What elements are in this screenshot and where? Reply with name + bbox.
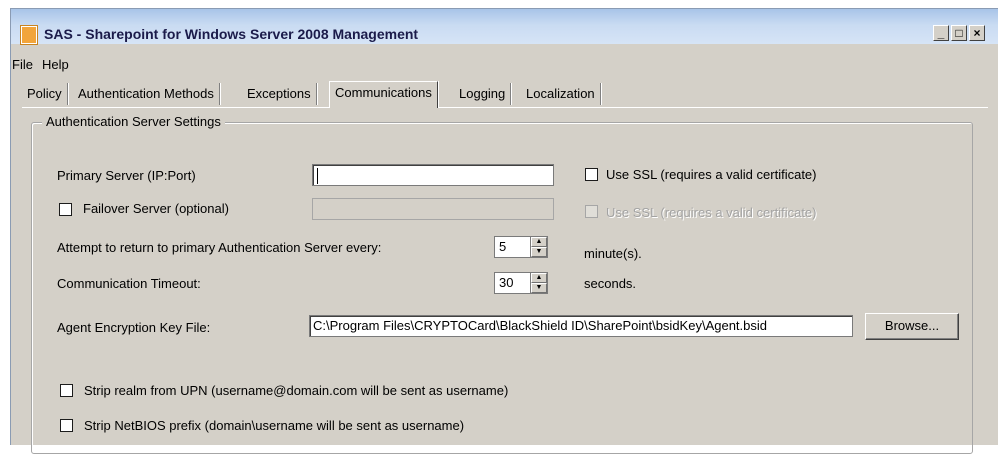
menu-bar: File Help (11, 54, 998, 74)
retry-unit: minute(s). (584, 246, 642, 261)
spin-down-arrow-icon[interactable]: ▼ (531, 283, 547, 293)
timeout-unit: seconds. (584, 276, 637, 291)
strip-realm-checkbox[interactable] (60, 384, 73, 397)
strip-netbios-checkbox[interactable] (60, 419, 73, 432)
tab-localization[interactable]: Localization (521, 83, 601, 105)
app-icon (21, 26, 37, 44)
failover-ssl-label: Use SSL (requires a valid certificate) (606, 205, 817, 220)
key-file-input[interactable]: C:\Program Files\CRYPTOCard\BlackShield … (309, 315, 853, 337)
primary-server-label: Primary Server (IP:Port) (57, 168, 196, 183)
tab-communications[interactable]: Communications (329, 81, 438, 108)
timeout-label: Communication Timeout: (57, 276, 201, 291)
spin-down-arrow-icon[interactable]: ▼ (531, 247, 547, 257)
spin-up-arrow-icon[interactable]: ▲ (531, 273, 547, 283)
primary-server-input[interactable] (312, 164, 554, 186)
retry-spinner[interactable]: 5 ▲ ▼ (494, 236, 548, 258)
timeout-spinner[interactable]: 30 ▲ ▼ (494, 272, 548, 294)
key-file-label: Agent Encryption Key File: (57, 320, 211, 335)
primary-ssl-checkbox[interactable] (585, 168, 598, 181)
primary-ssl-label: Use SSL (requires a valid certificate) (606, 167, 817, 182)
browse-button[interactable]: Browse... (865, 313, 959, 340)
tab-exceptions[interactable]: Exceptions (242, 83, 317, 105)
menu-help[interactable]: Help (42, 57, 69, 72)
tab-policy[interactable]: Policy (22, 83, 68, 105)
menu-file[interactable]: File (12, 57, 33, 72)
failover-checkbox[interactable] (59, 203, 72, 216)
timeout-value: 30 (499, 275, 514, 290)
text-caret (317, 167, 318, 184)
maximize-button[interactable]: □ (951, 25, 967, 41)
failover-server-input[interactable] (312, 198, 554, 220)
strip-netbios-label: Strip NetBIOS prefix (domain\username wi… (84, 418, 465, 433)
tab-logging[interactable]: Logging (454, 83, 512, 105)
minimize-button[interactable]: _ (933, 25, 949, 41)
timeout-spin-buttons: ▲ ▼ (530, 273, 547, 293)
retry-value: 5 (499, 239, 507, 254)
failover-ssl-checkbox (585, 205, 598, 218)
failover-label: Failover Server (optional) (83, 201, 229, 216)
retry-spin-buttons: ▲ ▼ (530, 237, 547, 257)
tab-authentication-methods[interactable]: Authentication Methods (73, 83, 220, 105)
strip-realm-label: Strip realm from UPN (username@domain.co… (84, 383, 509, 398)
group-title: Authentication Server Settings (42, 114, 225, 129)
close-button[interactable]: × (969, 25, 985, 41)
window-title: SAS - Sharepoint for Windows Server 2008… (44, 26, 419, 42)
tab-strip: Policy Authentication Methods Exceptions… (22, 81, 982, 108)
spin-up-arrow-icon[interactable]: ▲ (531, 237, 547, 247)
retry-label: Attempt to return to primary Authenticat… (57, 240, 382, 255)
tab-panel-border (22, 107, 988, 108)
title-bar[interactable]: SAS - Sharepoint for Windows Server 2008… (11, 9, 998, 44)
